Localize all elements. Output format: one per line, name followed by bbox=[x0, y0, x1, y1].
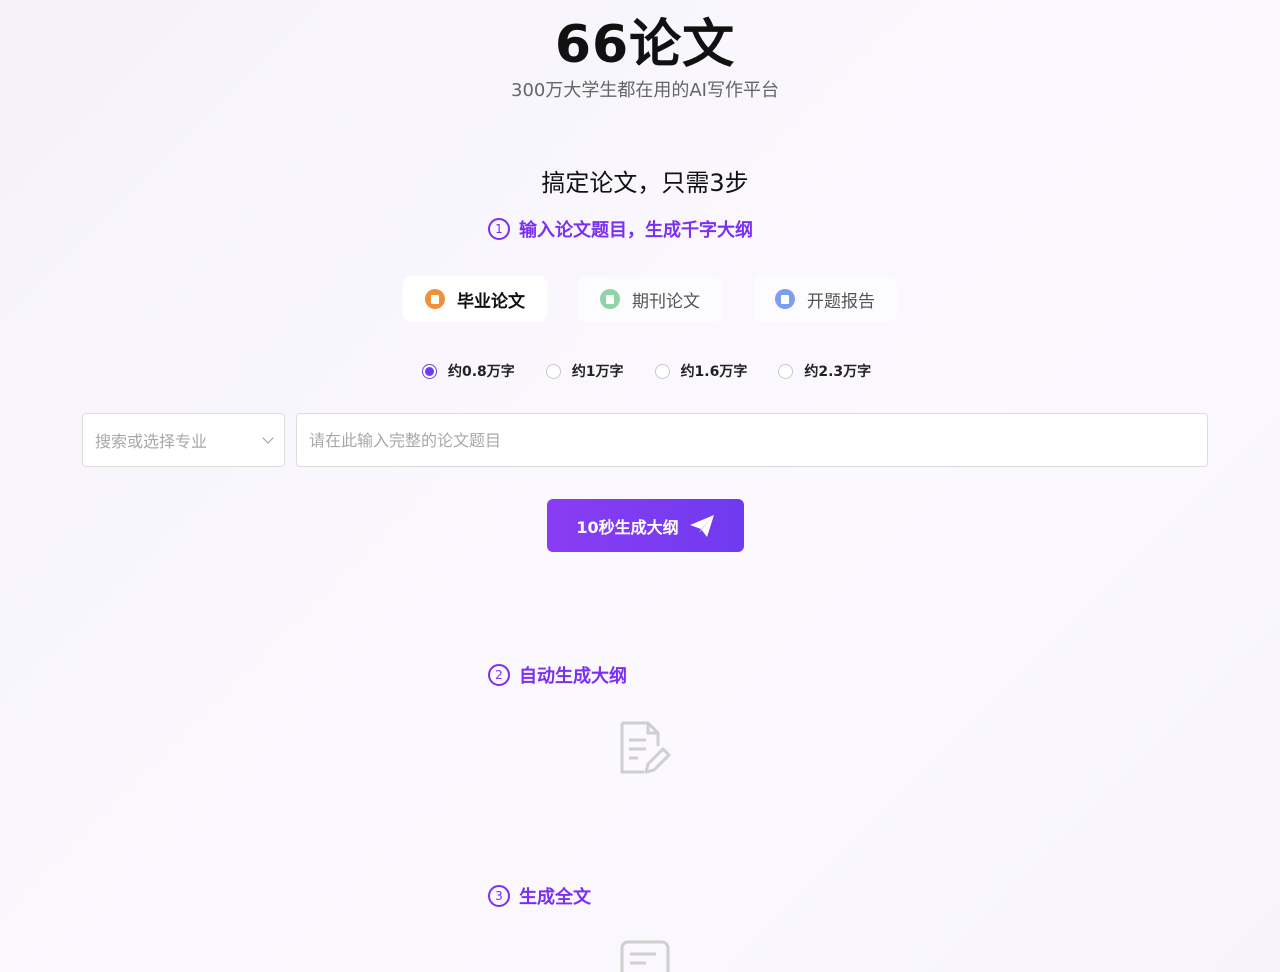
radio-label: 约1.6万字 bbox=[680, 364, 748, 380]
green-doc-icon bbox=[600, 289, 620, 309]
orange-doc-icon bbox=[425, 289, 445, 309]
tab-label: 期刊论文 bbox=[632, 291, 700, 312]
chevron-down-icon bbox=[262, 432, 274, 444]
tab-journal-paper[interactable]: 期刊论文 bbox=[578, 276, 722, 322]
step-2-number: 2 bbox=[488, 664, 510, 686]
radio-button[interactable] bbox=[654, 363, 670, 379]
radio-label: 约2.3万字 bbox=[804, 364, 872, 380]
tab-label: 毕业论文 bbox=[457, 291, 525, 312]
step-3-number: 3 bbox=[488, 885, 510, 907]
major-select[interactable]: 搜索或选择专业 bbox=[82, 413, 285, 467]
document-icon bbox=[620, 940, 670, 972]
paper-plane-icon bbox=[689, 514, 714, 537]
radio-label: 约1万字 bbox=[571, 364, 624, 380]
radio-1-6w[interactable]: 约1.6万字 bbox=[654, 361, 748, 381]
step-1-text: 输入论文题目，生成千字大纲 bbox=[519, 220, 753, 241]
step-1-number: 1 bbox=[488, 218, 510, 240]
step-2-text: 自动生成大纲 bbox=[519, 666, 627, 687]
page: 66论文 300万大学生都在用的AI写作平台 搞定论文，只需3步 1 输入论文题… bbox=[0, 0, 1280, 972]
radio-button[interactable] bbox=[778, 363, 794, 379]
radio-button[interactable] bbox=[545, 363, 561, 379]
brand-title: 66论文 bbox=[554, 15, 736, 75]
paper-type-tabs: 毕业论文 期刊论文 开题报告 bbox=[403, 276, 928, 322]
tab-label: 开题报告 bbox=[807, 291, 875, 312]
word-count-radio-group: 约0.8万字 约1万字 约1.6万字 约2.3万字 bbox=[422, 361, 902, 381]
brand-subtitle: 300万大学生都在用的AI写作平台 bbox=[511, 80, 779, 101]
radio-label: 约0.8万字 bbox=[448, 364, 515, 380]
tab-proposal-report[interactable]: 开题报告 bbox=[753, 276, 897, 322]
radio-2-3w[interactable]: 约2.3万字 bbox=[778, 361, 871, 381]
radio-button-checked[interactable] bbox=[422, 363, 437, 379]
topic-input[interactable] bbox=[296, 413, 1208, 467]
generate-outline-button[interactable]: 10秒生成大纲 bbox=[547, 499, 744, 552]
step-1-label: 1 输入论文题目，生成千字大纲 bbox=[488, 216, 753, 242]
major-select-placeholder: 搜索或选择专业 bbox=[95, 432, 208, 451]
radio-1w[interactable]: 约1万字 bbox=[545, 361, 624, 381]
step-3-text: 生成全文 bbox=[519, 887, 591, 908]
steps-heading: 搞定论文，只需3步 bbox=[541, 169, 749, 197]
radio-0-8w[interactable]: 约0.8万字 bbox=[422, 361, 515, 381]
blue-doc-icon bbox=[775, 289, 795, 309]
step-2-label: 2 自动生成大纲 bbox=[488, 662, 627, 688]
tab-graduation-thesis[interactable]: 毕业论文 bbox=[403, 276, 547, 322]
step-3-label: 3 生成全文 bbox=[488, 883, 591, 909]
generate-button-label: 10秒生成大纲 bbox=[576, 517, 679, 537]
document-edit-icon bbox=[620, 721, 671, 774]
